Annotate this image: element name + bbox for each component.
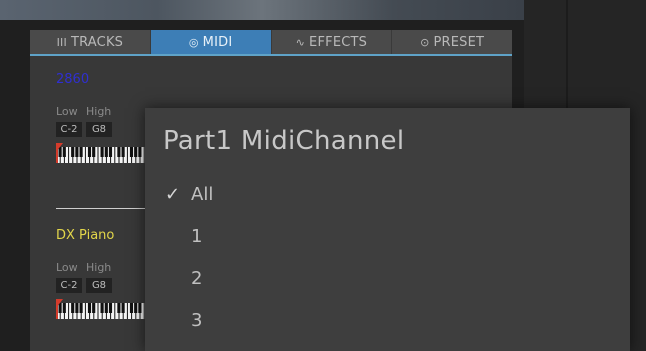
preset-icon: ⊙ [420,35,430,49]
option-all[interactable]: ✓ All [165,184,213,205]
track-separator [56,208,151,209]
black-key [75,303,79,313]
low-label: Low [56,261,78,274]
tracks-icon: III [56,35,67,49]
black-key [108,147,113,157]
tab-tracks[interactable]: III TRACKS [30,30,151,54]
tab-midi[interactable]: ◎ MIDI [150,30,272,54]
low-label: Low [56,105,78,118]
black-key [75,147,79,157]
black-key [92,303,96,313]
black-key [87,303,92,313]
black-key [121,147,125,157]
black-key [79,147,83,157]
option-label: 2 [191,268,203,289]
black-key [104,147,108,157]
black-key [129,303,134,313]
tab-bar: III TRACKS ◎ MIDI ∿ EFFECTS ⊙ PRESET [30,30,512,56]
checkmark-icon: ✓ [165,184,181,205]
preset-banner-image [0,0,524,20]
tab-midi-label: MIDI [202,34,233,50]
black-key [134,303,138,313]
low-note-field[interactable]: C-2 [56,278,82,293]
midi-icon: ◎ [188,35,199,49]
black-key [104,303,108,313]
black-key [134,147,138,157]
black-key [117,147,121,157]
black-key [108,303,113,313]
popup-title: Part1 MidiChannel [163,126,405,156]
tab-preset[interactable]: ⊙ PRESET [392,30,512,54]
black-key [121,303,125,313]
tab-effects[interactable]: ∿ EFFECTS [272,30,393,54]
black-key [79,303,83,313]
black-key [100,147,104,157]
option-3[interactable]: 3 [165,310,202,331]
black-key [71,147,75,157]
high-note-field[interactable]: G8 [86,278,112,293]
black-key [58,303,62,313]
black-key [138,147,142,157]
black-key [100,303,104,313]
black-key [71,303,75,313]
option-2[interactable]: 2 [165,268,202,289]
low-note-field[interactable]: C-2 [56,122,82,137]
option-label: 3 [191,310,203,331]
tab-effects-label: EFFECTS [309,34,368,50]
option-label: 1 [191,226,203,247]
option-1[interactable]: 1 [165,226,202,247]
black-key [138,303,142,313]
option-label: All [191,184,214,205]
midi-channel-popup: Part1 MidiChannel ✓ All 1 2 3 [145,108,630,351]
tab-preset-label: PRESET [433,34,485,50]
black-key [62,147,66,157]
black-key [117,303,121,313]
range-start-line [56,299,58,319]
range-start-line [56,143,58,163]
black-key [62,303,66,313]
high-label: High [86,105,112,118]
track-name[interactable]: 2860 [56,72,161,87]
effects-icon: ∿ [295,35,306,49]
black-key [58,147,62,157]
black-key [92,147,96,157]
high-note-field[interactable]: G8 [86,122,112,137]
tab-tracks-label: TRACKS [70,34,124,50]
high-label: High [86,261,112,274]
black-key [129,147,134,157]
black-key [87,147,92,157]
